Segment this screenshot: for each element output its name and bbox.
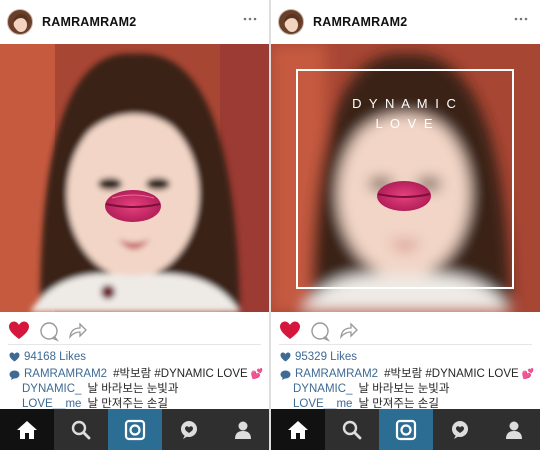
nav-home[interactable] bbox=[271, 409, 325, 450]
nav-camera[interactable] bbox=[379, 409, 433, 450]
nav-activity[interactable] bbox=[162, 409, 216, 450]
caption-line-user[interactable]: DYNAMIC_ bbox=[22, 382, 81, 397]
nav-home[interactable] bbox=[0, 409, 54, 450]
comment-bubble-icon[interactable] bbox=[309, 320, 331, 342]
caption-username[interactable]: RAMRAMRAM2 bbox=[24, 367, 107, 382]
action-row bbox=[271, 316, 540, 346]
avatar[interactable] bbox=[7, 8, 33, 35]
kiss-lips-icon bbox=[105, 190, 161, 222]
search-icon bbox=[342, 420, 362, 439]
caption-line-text: 날 바라보는 눈빛과 bbox=[358, 383, 450, 395]
share-arrow-icon[interactable] bbox=[66, 320, 88, 342]
profile-icon bbox=[505, 421, 522, 439]
heart-filled-icon[interactable] bbox=[8, 320, 30, 342]
caption-text: #박보람 #DYNAMIC LOVE bbox=[113, 368, 248, 380]
caption-line-text: 날 바라보는 눈빛과 bbox=[87, 383, 179, 395]
home-icon bbox=[17, 420, 37, 439]
avatar[interactable] bbox=[278, 8, 304, 35]
double-heart-emoji: 💕 bbox=[521, 369, 535, 380]
post-caption: RAMRAMRAM2 #박보람 #DYNAMIC LOVE 💕 DYNAMIC_… bbox=[9, 367, 265, 412]
instagram-post-left: RAMRAMRAM2 94168 Likes RAMRAMRAM2 #박보람 #… bbox=[0, 0, 269, 450]
activity-icon bbox=[452, 420, 468, 439]
bottom-nav bbox=[271, 409, 540, 450]
home-icon bbox=[288, 420, 308, 439]
profile-icon bbox=[234, 421, 251, 439]
more-dots-icon[interactable] bbox=[243, 16, 257, 22]
like-count-text: 94168 Likes bbox=[24, 351, 87, 363]
post-caption: RAMRAMRAM2 #박보람 #DYNAMIC LOVE 💕 DYNAMIC_… bbox=[280, 367, 536, 412]
nav-search[interactable] bbox=[54, 409, 108, 450]
post-photo[interactable]: D Y N A M I C L O V E bbox=[271, 44, 540, 312]
like-count[interactable]: 95329 Likes bbox=[280, 351, 357, 363]
heart-filled-icon[interactable] bbox=[279, 320, 301, 342]
post-username[interactable]: RAMRAMRAM2 bbox=[313, 15, 407, 29]
post-header: RAMRAMRAM2 bbox=[0, 0, 269, 43]
nav-profile[interactable] bbox=[487, 409, 540, 450]
bottom-nav bbox=[0, 409, 269, 450]
caption-line-user[interactable]: DYNAMIC_ bbox=[293, 382, 352, 397]
heart-small-icon bbox=[280, 352, 291, 362]
share-arrow-icon[interactable] bbox=[337, 320, 359, 342]
comparison-screen: RAMRAMRAM2 94168 Likes RAMRAMRAM2 #박보람 #… bbox=[0, 0, 540, 450]
overlay-title-line1: D Y N A M I C bbox=[352, 96, 458, 111]
caption-username[interactable]: RAMRAMRAM2 bbox=[295, 367, 378, 382]
post-username[interactable]: RAMRAMRAM2 bbox=[42, 15, 136, 29]
post-header: RAMRAMRAM2 bbox=[271, 0, 540, 43]
like-count-text: 95329 Likes bbox=[295, 351, 358, 363]
divider bbox=[279, 344, 532, 345]
double-heart-emoji: 💕 bbox=[250, 369, 264, 380]
camera-icon bbox=[395, 419, 417, 440]
caption-text: #박보람 #DYNAMIC LOVE bbox=[384, 368, 519, 380]
heart-small-icon bbox=[9, 352, 20, 362]
post-photo[interactable] bbox=[0, 44, 269, 312]
camera-icon bbox=[124, 419, 146, 440]
kiss-lips-icon bbox=[377, 181, 431, 211]
search-icon bbox=[71, 420, 91, 439]
nav-search[interactable] bbox=[325, 409, 379, 450]
action-row bbox=[0, 316, 269, 346]
comment-bubble-icon[interactable] bbox=[38, 320, 60, 342]
activity-icon bbox=[181, 420, 197, 439]
nav-activity[interactable] bbox=[433, 409, 487, 450]
speech-bubble-icon bbox=[9, 370, 20, 380]
like-count[interactable]: 94168 Likes bbox=[9, 351, 86, 363]
more-dots-icon[interactable] bbox=[514, 16, 528, 22]
nav-profile[interactable] bbox=[216, 409, 269, 450]
nav-camera[interactable] bbox=[108, 409, 162, 450]
instagram-post-right: RAMRAMRAM2 D Y N A M I C L O V E 95329 L… bbox=[271, 0, 540, 450]
divider bbox=[8, 344, 261, 345]
overlay-title-line2: L O V E bbox=[375, 116, 434, 131]
speech-bubble-icon bbox=[280, 370, 291, 380]
